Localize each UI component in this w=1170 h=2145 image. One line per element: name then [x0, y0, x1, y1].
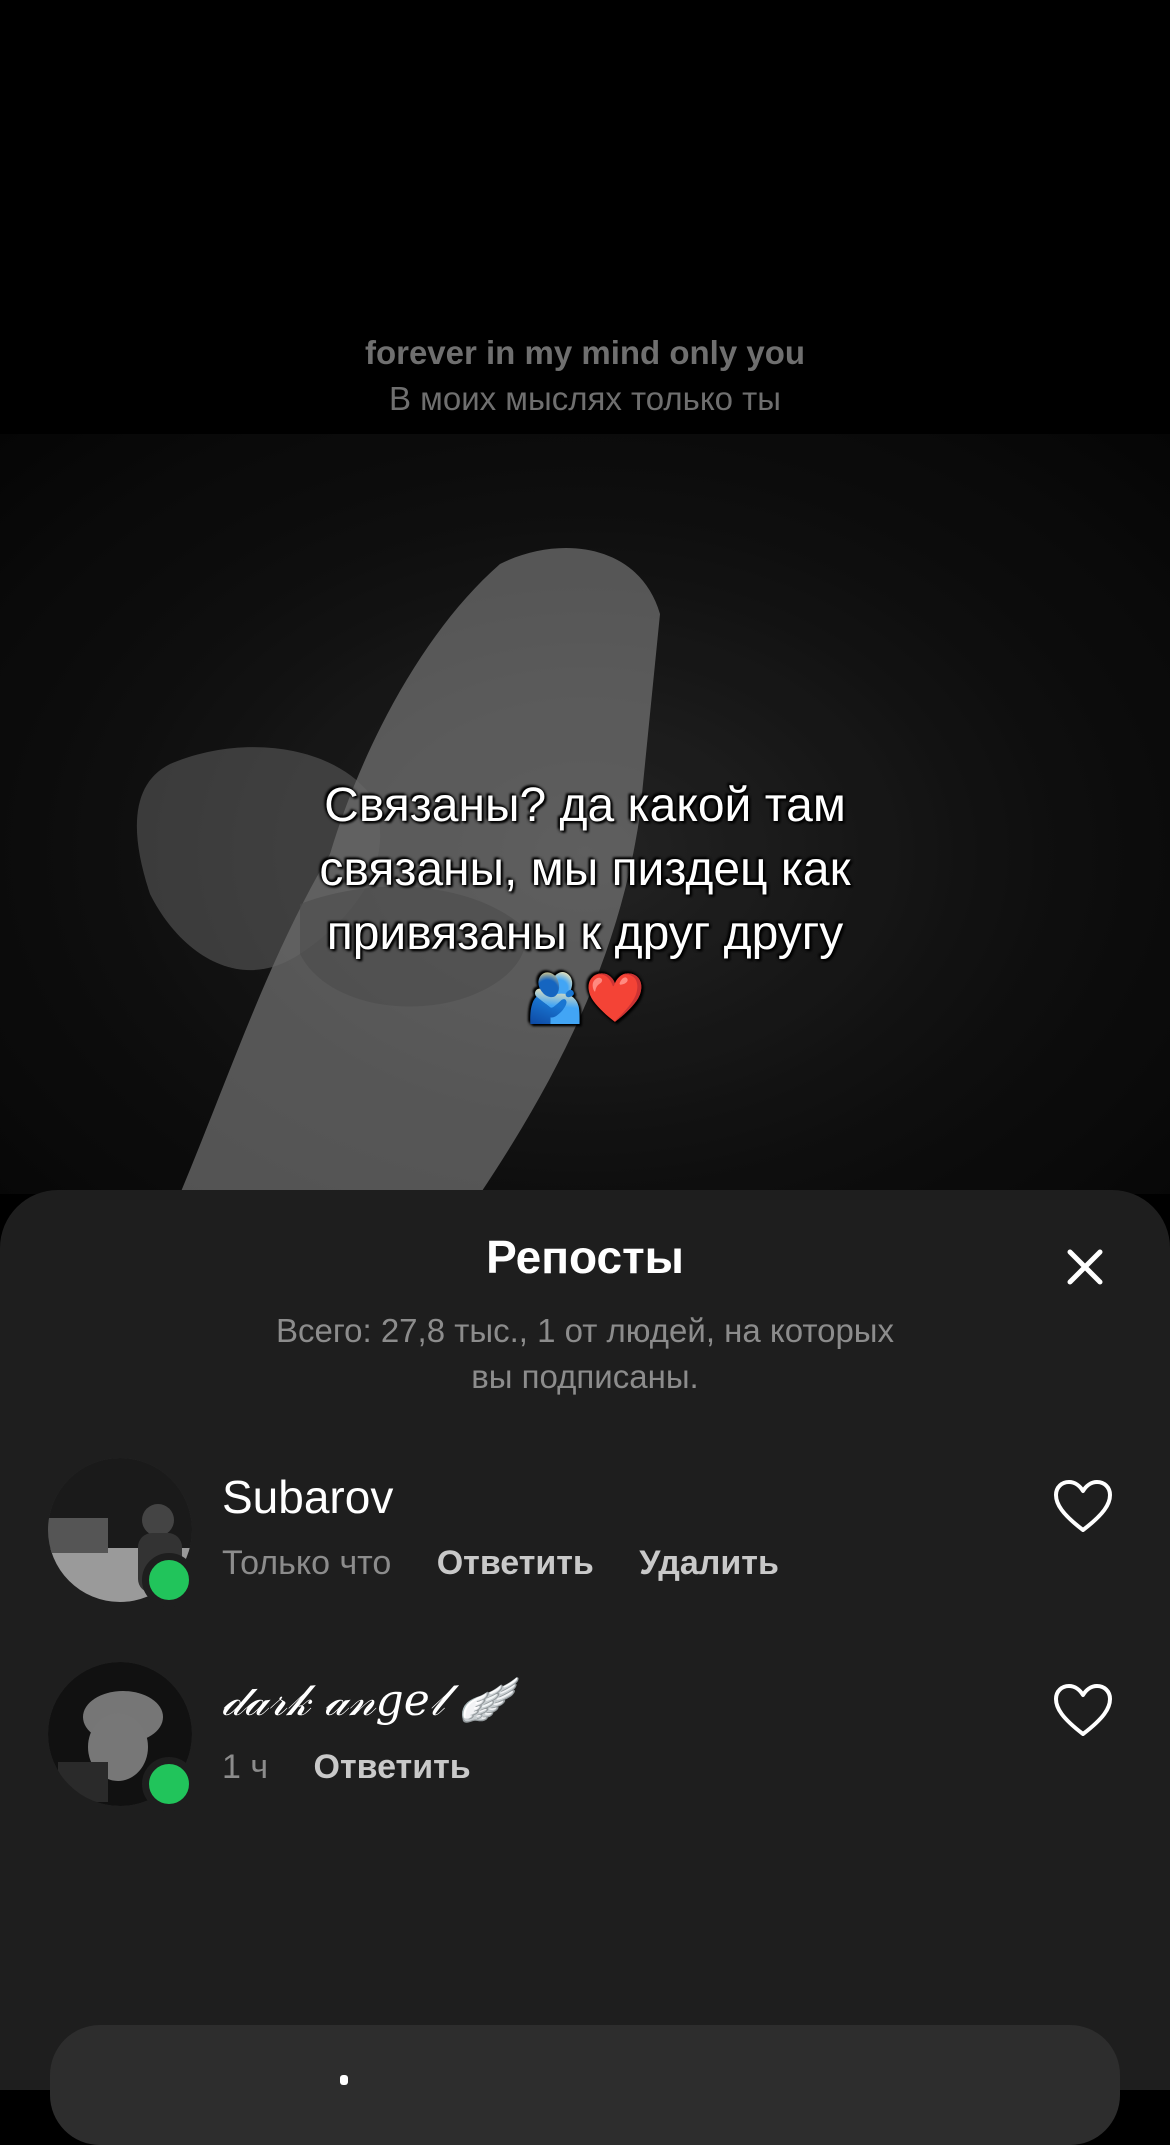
online-status-dot	[142, 1553, 196, 1607]
caption-line-3: привязаны к друг другу	[326, 907, 844, 960]
reposts-sheet: Репосты Всего: 27,8 тыс., 1 от людей, на…	[0, 1190, 1170, 2145]
summary-line-2: вы подписаны.	[471, 1358, 699, 1395]
close-icon[interactable]	[1060, 1242, 1110, 1292]
reply-button[interactable]: Ответить	[314, 1748, 471, 1786]
bottom-input-bar[interactable]	[50, 2025, 1120, 2145]
sheet-title: Репосты	[486, 1231, 684, 1283]
online-status-dot	[142, 1757, 196, 1811]
timestamp: Только что	[222, 1544, 392, 1582]
caption-line-1: Связаны? да какой там	[324, 779, 846, 832]
reply-button[interactable]: Ответить	[437, 1544, 594, 1582]
lyrics-line-ru: В моих мыслях только ты	[388, 380, 781, 417]
timestamp: 1 ч	[222, 1748, 269, 1786]
video-caption: Связаны? да какой там связаны, мы пиздец…	[230, 774, 940, 1030]
video-frame[interactable]: Связаны? да какой там связаны, мы пиздец…	[0, 434, 1170, 1194]
lyrics-line-en: forever in my mind only you	[364, 334, 806, 371]
repost-summary: Всего: 27,8 тыс., 1 от людей, на которых…	[200, 1308, 970, 1400]
username[interactable]: 𝒹𝒶𝓇𝓀 𝒶𝓃𝑔𝑒𝓁 🪽	[222, 1674, 513, 1726]
lyrics-overlay: forever in my mind only you В моих мысля…	[0, 330, 1170, 422]
cursor-dot	[340, 2075, 348, 2085]
repost-item: Subarov Только что Ответить Удалить	[0, 1458, 1170, 1618]
repost-meta: 1 ч Ответить	[222, 1748, 471, 1787]
heart-icon[interactable]	[1052, 1478, 1114, 1536]
repost-item: 𝒹𝒶𝓇𝓀 𝒶𝓃𝑔𝑒𝓁 🪽 1 ч Ответить	[0, 1662, 1170, 1822]
username[interactable]: Subarov	[222, 1470, 393, 1524]
caption-emoji: 🫂❤️	[525, 970, 645, 1026]
delete-button[interactable]: Удалить	[639, 1544, 779, 1582]
caption-line-2: связаны, мы пиздец как	[319, 843, 851, 896]
summary-line-1: Всего: 27,8 тыс., 1 от людей, на которых	[275, 1312, 895, 1349]
repost-meta: Только что Ответить Удалить	[222, 1544, 779, 1583]
heart-icon[interactable]	[1052, 1682, 1114, 1740]
